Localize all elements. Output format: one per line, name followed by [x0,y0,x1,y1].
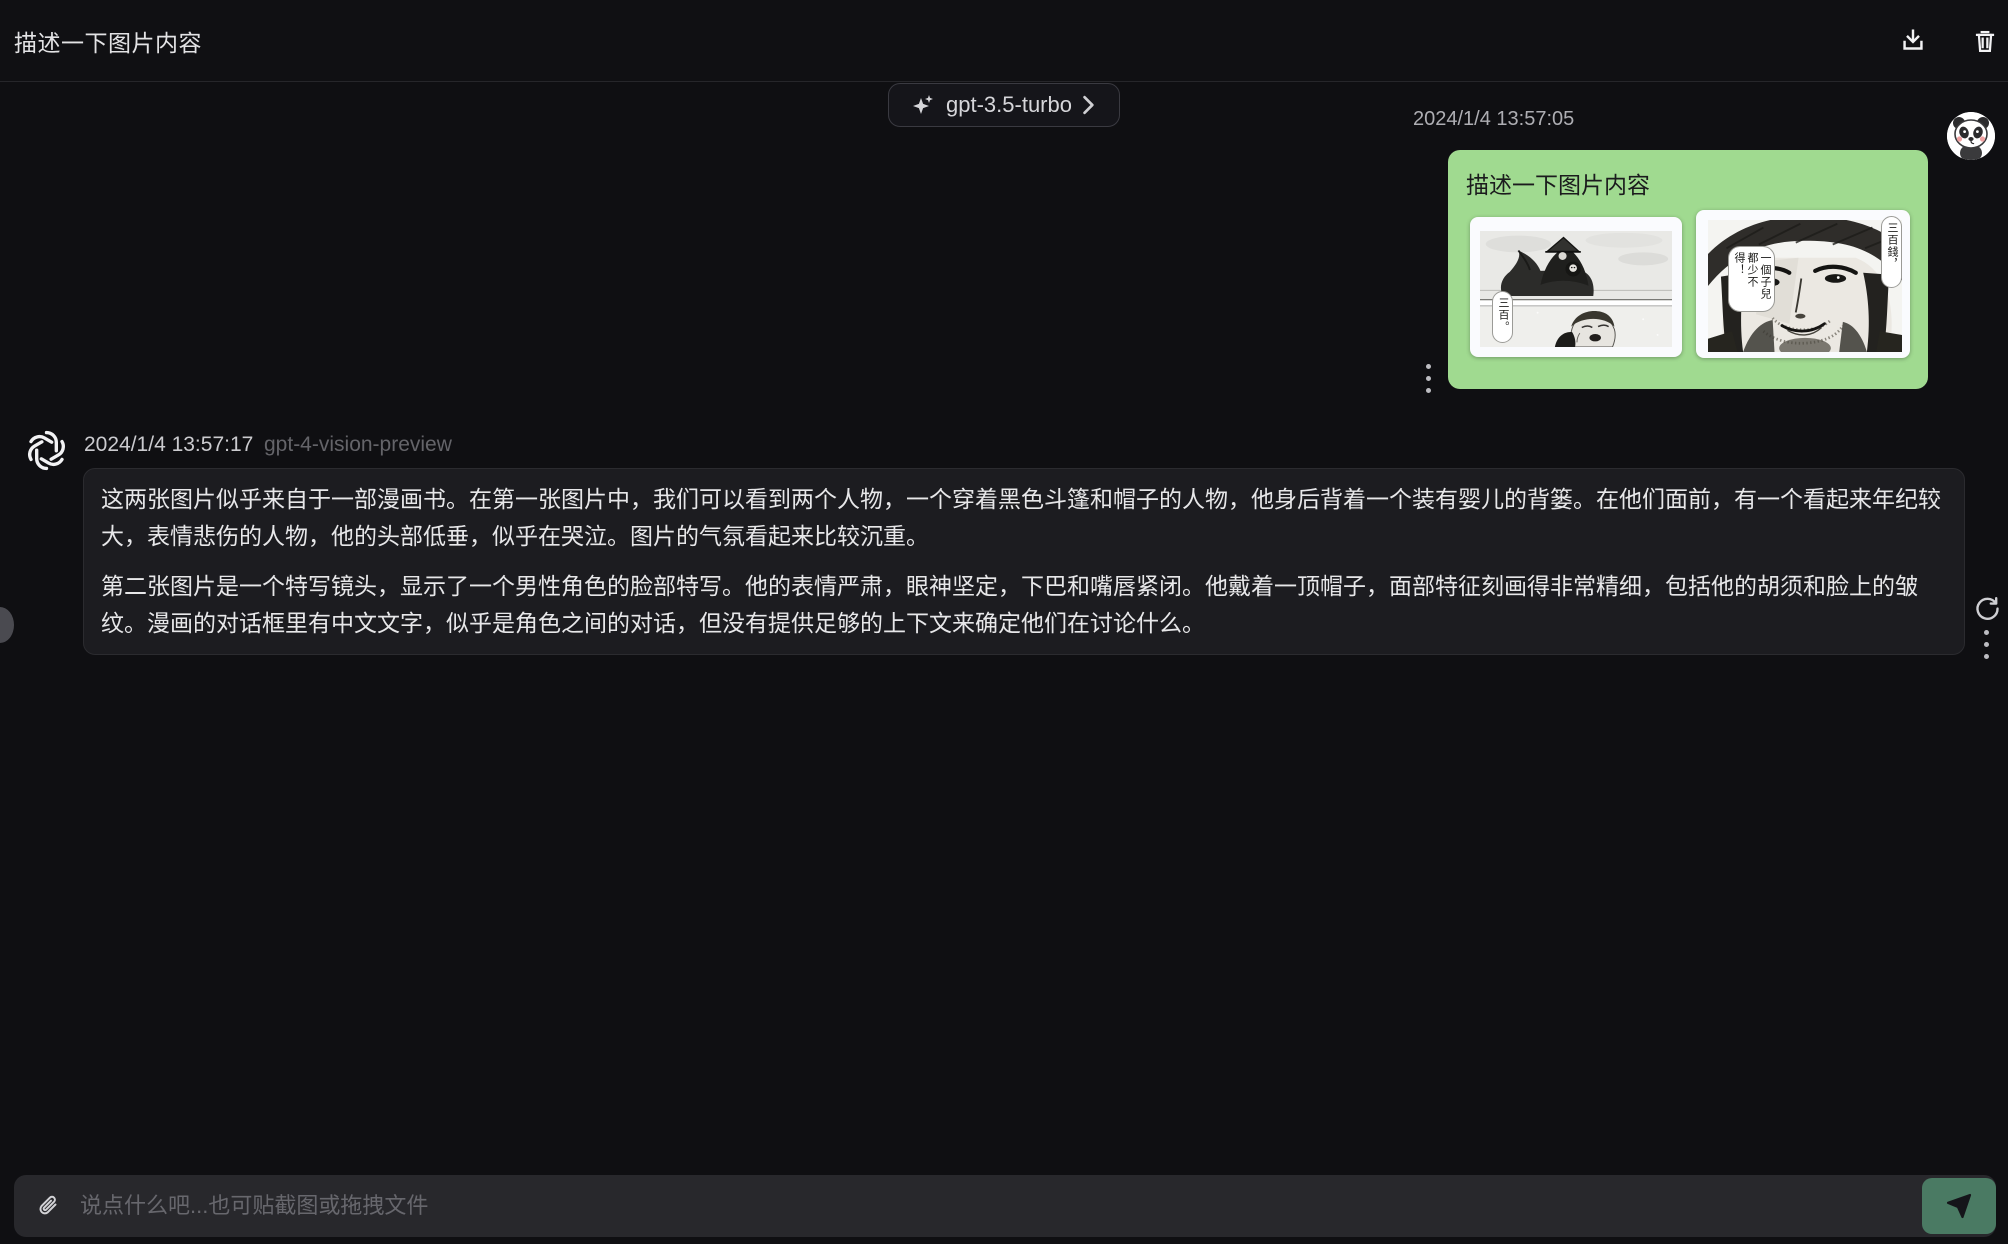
user-avatar [1947,112,1995,160]
sidebar-drag-handle[interactable] [0,607,14,643]
sparkles-icon [912,93,936,117]
user-message-menu-kebab-icon[interactable] [1426,364,1434,393]
message-input[interactable] [80,1175,1840,1237]
user-message-bubble: 描述一下图片内容 [1448,150,1928,389]
delete-icon[interactable] [1970,26,2000,56]
chat-input-bar [14,1175,1996,1237]
page-title: 描述一下图片内容 [14,0,202,82]
paperclip-icon[interactable] [34,1192,62,1220]
attached-image-manga-rider[interactable]: 三百。 [1470,217,1682,357]
chevron-right-icon [1082,95,1096,115]
assistant-message-timestamp: 2024/1/4 13:57:17 [84,433,253,457]
send-icon [1945,1192,1973,1220]
assistant-message-menu-kebab-icon[interactable] [1984,630,1992,659]
panda-avatar-icon [1947,112,1995,160]
speech-bubble-text: 一個子兒都少不得！ [1728,246,1775,312]
assistant-paragraph: 这两张图片似乎来自于一部漫画书。在第一张图片中，我们可以看到两个人物，一个穿着黑… [101,481,1947,555]
assistant-model-label: gpt-4-vision-preview [264,433,452,457]
user-message-timestamp: 2024/1/4 13:57:05 [1413,108,1574,131]
openai-logo-icon [24,428,69,473]
assistant-paragraph: 第二张图片是一个特写镜头，显示了一个男性角色的脸部特写。他的表情严肃，眼神坚定，… [101,568,1947,642]
download-icon[interactable] [1898,26,1928,56]
speech-bubble-text: 三百錢， [1881,216,1902,288]
user-message-text: 描述一下图片内容 [1466,166,1910,200]
model-selector[interactable]: gpt-3.5-turbo [888,83,1120,127]
refresh-icon[interactable] [1974,595,2001,622]
speech-bubble-text: 三百。 [1492,291,1513,343]
attached-image-manga-face[interactable]: 三百錢， 一個子兒都少不得！ [1696,210,1910,358]
send-button[interactable] [1922,1178,1996,1234]
model-name-label: gpt-3.5-turbo [946,92,1072,118]
assistant-message-bubble: 这两张图片似乎来自于一部漫画书。在第一张图片中，我们可以看到两个人物，一个穿着黑… [83,468,1965,655]
top-bar: 描述一下图片内容 [0,0,2008,82]
